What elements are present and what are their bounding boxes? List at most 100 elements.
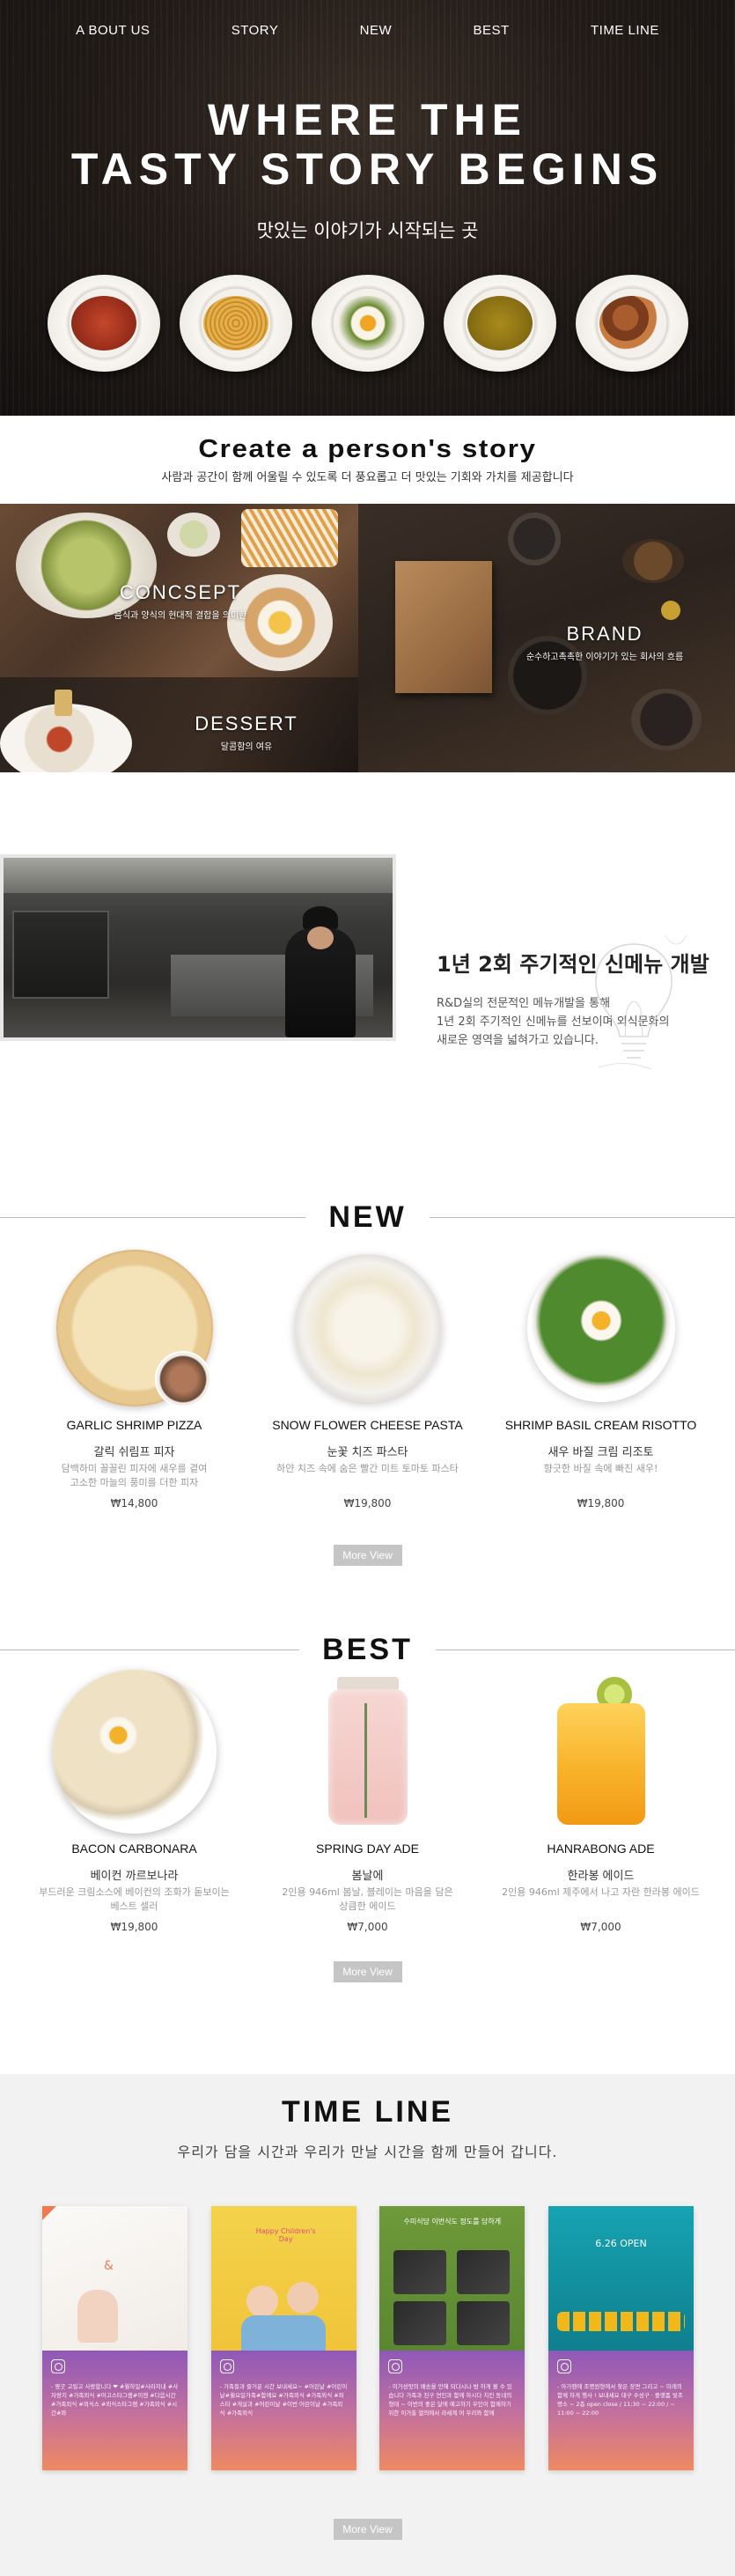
brand-title: BRAND bbox=[566, 623, 643, 645]
timeline-card-caption: - 아가팬에 조명원형에서 찾은 장면 그리고 ~ 미래의 함께 하게 행사 !… bbox=[548, 2351, 694, 2470]
tile-concept[interactable]: CONCSEPT 음식과 양식의 현대적 결합을 의미한 bbox=[0, 504, 358, 677]
product-price: ₩19,800 bbox=[577, 1497, 625, 1509]
product-image bbox=[258, 1672, 478, 1831]
timeline-card[interactable]: & - 짱굿 고릴고 사랑합니다 ❤ #월하일#사라지내 #사자랑지 #가족외식… bbox=[42, 2206, 187, 2470]
product-price: ₩7,000 bbox=[347, 1921, 388, 1933]
story-mosaic: CONCSEPT 음식과 양식의 현대적 결합을 의미한 DESSERT 달콤함… bbox=[0, 504, 735, 772]
menu-dev-section: 1년 2회 주기적인 신메뉴 개발 R&D실의 전문적인 메뉴개발을 통해 1년… bbox=[0, 772, 735, 1222]
dessert-title: DESSERT bbox=[195, 712, 298, 734]
timeline-card-photo: 6.26 OPEN bbox=[548, 2206, 694, 2351]
best-title: BEST bbox=[322, 1632, 413, 1666]
product-name: GARLIC SHRIMP PIZZA bbox=[66, 1418, 202, 1432]
brand-label: BRAND 순수하고촉촉한 이야기가 있는 회사의 흐름 bbox=[508, 623, 702, 662]
product-desc: 하얀 치즈 속에 숨은 빨간 미트 토마토 파스타 bbox=[258, 1462, 478, 1476]
product-image bbox=[491, 1249, 711, 1407]
product-card[interactable]: BACON CARBONARA 베이컨 까르보나라 부드러운 크림소스에 베이컨… bbox=[25, 1670, 245, 1933]
new-section: NEW GARLIC SHRIMP PIZZA 갈릭 쉬림프 피자 담백하미 꼴… bbox=[0, 1199, 735, 1566]
timeline-card[interactable]: 6.26 OPEN - 아가팬에 조명원형에서 찾은 장면 그리고 ~ 미래의 … bbox=[548, 2206, 694, 2470]
product-name: SPRING DAY ADE bbox=[316, 1842, 419, 1856]
card-caption-text: - 아가팬에 조명원형에서 찾은 장면 그리고 ~ 미래의 함께 하게 행사 !… bbox=[556, 2383, 683, 2417]
product-image bbox=[25, 1249, 245, 1407]
timeline-subtitle: 우리가 담을 시간과 우리가 만날 시간을 함께 만들어 갑니다. bbox=[177, 2144, 558, 2160]
product-desc-line1: 부드러운 크림소스에 베이컨의 조화가 돋보이는 bbox=[39, 1886, 230, 1898]
product-desc: 2인용 946ml 제주에서 나고 자란 한라봉 에이드 bbox=[491, 1886, 711, 1900]
timeline-card-photo: & bbox=[42, 2206, 187, 2351]
product-desc: 부드러운 크림소스에 베이컨의 조화가 돋보이는 베스트 셀러 bbox=[25, 1886, 245, 1914]
product-name: SHRIMP BASIL CREAM RISOTTO bbox=[504, 1418, 697, 1432]
create-subtitle: 사람과 공간이 함께 어울릴 수 있도록 더 풍요롭고 더 맛있는 기회와 가치… bbox=[161, 471, 574, 484]
product-desc-line1: 2인용 946ml 제주에서 나고 자란 한라봉 에이드 bbox=[502, 1886, 700, 1898]
plate-fried bbox=[575, 275, 688, 372]
product-card[interactable]: GARLIC SHRIMP PIZZA 갈릭 쉬림프 피자 담백하미 꼴꼴린 피… bbox=[25, 1249, 245, 1509]
product-desc-line2: 고소한 마늘의 풍미를 더한 피자 bbox=[70, 1477, 199, 1488]
timeline-more-view-button[interactable]: More View bbox=[333, 2519, 402, 2540]
product-name: BACON CARBONARA bbox=[71, 1842, 197, 1856]
card-caption-text: - 가족들과 즐거운 시간 보내세요~ #어린날 #어린이날#월요일가족#함께요… bbox=[219, 2383, 348, 2417]
new-products: GARLIC SHRIMP PIZZA 갈릭 쉬림프 피자 담백하미 꼴꼴린 피… bbox=[0, 1249, 735, 1509]
dessert-label: DESSERT 달콤함의 여유 bbox=[176, 712, 317, 752]
nav-about-us[interactable]: A BOUT US bbox=[76, 23, 150, 38]
card-photo-text: 수미식당 이번식도 정도를 담하게 bbox=[403, 2218, 502, 2225]
tile-dessert[interactable]: DESSERT 달콤함의 여유 bbox=[0, 677, 358, 772]
product-image bbox=[25, 1670, 245, 1834]
card-photo-text: 6.26 OPEN bbox=[595, 2238, 647, 2249]
product-price: ₩14,800 bbox=[110, 1497, 158, 1509]
best-products: BACON CARBONARA 베이컨 까르보나라 부드러운 크림소스에 베이컨… bbox=[0, 1670, 735, 1933]
product-price: ₩19,800 bbox=[110, 1921, 158, 1933]
timeline-card-caption: - 가족들과 즐거운 시간 보내세요~ #어린날 #어린이날#월요일가족#함께요… bbox=[210, 2351, 356, 2470]
timeline-card-photo: 수미식당 이번식도 정도를 담하게 bbox=[379, 2206, 526, 2351]
card-caption-text: - 짱굿 고릴고 사랑합니다 ❤ #월하일#사라지내 #사자랑지 #가족외식 #… bbox=[51, 2383, 179, 2417]
timeline-card[interactable]: 수미식당 이번식도 정도를 담하게 - 이가성맛의 배송을 만해 되다시나 밤 … bbox=[379, 2206, 526, 2470]
hero-subtitle: 맛있는 이야기가 시작되는 곳 bbox=[256, 220, 479, 241]
brand-desc: 순수하고촉촉한 이야기가 있는 회사의 흐름 bbox=[526, 653, 684, 662]
card-caption-text: - 이가성맛의 배송을 만해 되다시나 밤 하게 볼 수 있습니다 가족과 친구… bbox=[388, 2383, 512, 2417]
product-price: ₩7,000 bbox=[580, 1921, 621, 1933]
product-image bbox=[258, 1249, 478, 1407]
timeline-card-caption: - 짱굿 고릴고 사랑합니다 ❤ #월하일#사라지내 #사자랑지 #가족외식 #… bbox=[42, 2351, 187, 2470]
lightbulb-icon bbox=[595, 934, 687, 1070]
plate-tomato-soup bbox=[47, 275, 160, 372]
hero-section: A BOUT US STORY NEW BEST TIME LINE WHERE… bbox=[0, 0, 735, 416]
instagram-icon bbox=[556, 2359, 571, 2373]
concept-label: CONCSEPT 음식과 양식의 현대적 결합을 의미한 bbox=[106, 581, 255, 621]
plate-pasta bbox=[179, 275, 292, 372]
product-card[interactable]: HANRABONG ADE 한라봉 에이드 2인용 946ml 제주에서 나고 … bbox=[491, 1672, 711, 1933]
product-desc: 향긋한 바질 속에 빠진 새우! bbox=[491, 1462, 711, 1476]
product-desc-line1: 하얀 치즈 속에 숨은 빨간 미트 토마토 파스타 bbox=[276, 1463, 459, 1474]
timeline-cards: & - 짱굿 고릴고 사랑합니다 ❤ #월하일#사라지내 #사자랑지 #가족외식… bbox=[42, 2206, 694, 2470]
product-card[interactable]: SNOW FLOWER CHEESE PASTA 눈꽃 치즈 파스타 하얀 치즈… bbox=[258, 1249, 478, 1509]
chef-photo bbox=[0, 854, 396, 1041]
hero-title: WHERE THE TASTY STORY BEGINS bbox=[0, 95, 735, 194]
product-korean-name: 새우 바질 크림 리조토 bbox=[548, 1446, 654, 1459]
instagram-icon bbox=[51, 2359, 65, 2373]
product-desc-line2: 베스트 셀러 bbox=[110, 1901, 158, 1912]
best-more-view-button[interactable]: More View bbox=[333, 1961, 402, 1982]
nav-time-line[interactable]: TIME LINE bbox=[591, 23, 659, 38]
plate-curry bbox=[443, 275, 556, 372]
product-name: HANRABONG ADE bbox=[547, 1842, 655, 1856]
product-korean-name: 베이컨 까르보나라 bbox=[90, 1870, 179, 1883]
product-card[interactable]: SHRIMP BASIL CREAM RISOTTO 새우 바질 크림 리조토 … bbox=[491, 1249, 711, 1509]
nav-new[interactable]: NEW bbox=[360, 23, 393, 38]
concept-title: CONCSEPT bbox=[119, 581, 242, 603]
main-nav: A BOUT US STORY NEW BEST TIME LINE bbox=[0, 0, 735, 60]
product-desc: 2인용 946ml 봄날, 블레이는 마음을 담은 상큼한 에이드 bbox=[258, 1886, 478, 1914]
nav-story[interactable]: STORY bbox=[232, 23, 279, 38]
product-korean-name: 봄날에 bbox=[351, 1870, 384, 1883]
timeline-card-caption: - 이가성맛의 배송을 만해 되다시나 밤 하게 볼 수 있습니다 가족과 친구… bbox=[379, 2351, 526, 2470]
timeline-section: TIME LINE 우리가 담을 시간과 우리가 만날 시간을 함께 만들어 갑… bbox=[0, 2074, 735, 2576]
tile-brand[interactable]: BRAND 순수하고촉촉한 이야기가 있는 회사의 흐름 bbox=[358, 504, 735, 772]
timeline-card[interactable]: Happy Children's Day - 가족들과 즐거운 시간 보내세요~… bbox=[210, 2206, 356, 2470]
new-more-view-button[interactable]: More View bbox=[333, 1545, 402, 1566]
nav-best[interactable]: BEST bbox=[473, 23, 509, 38]
hero-title-line1: WHERE THE bbox=[208, 95, 527, 144]
dessert-desc: 달콤함의 여유 bbox=[220, 742, 273, 752]
product-name: SNOW FLOWER CHEESE PASTA bbox=[272, 1418, 463, 1432]
instagram-icon bbox=[388, 2359, 403, 2373]
timeline-title: TIME LINE bbox=[281, 2095, 454, 2129]
timeline-card-photo: Happy Children's Day bbox=[210, 2206, 356, 2351]
product-card[interactable]: SPRING DAY ADE 봄날에 2인용 946ml 봄날, 블레이는 마음… bbox=[258, 1672, 478, 1933]
hero-title-line2: TASTY STORY BEGINS bbox=[70, 144, 665, 194]
best-section: BEST BACON CARBONARA 베이컨 까르보나라 부드러운 크림소스… bbox=[0, 1632, 735, 1982]
product-price: ₩19,800 bbox=[343, 1497, 392, 1509]
